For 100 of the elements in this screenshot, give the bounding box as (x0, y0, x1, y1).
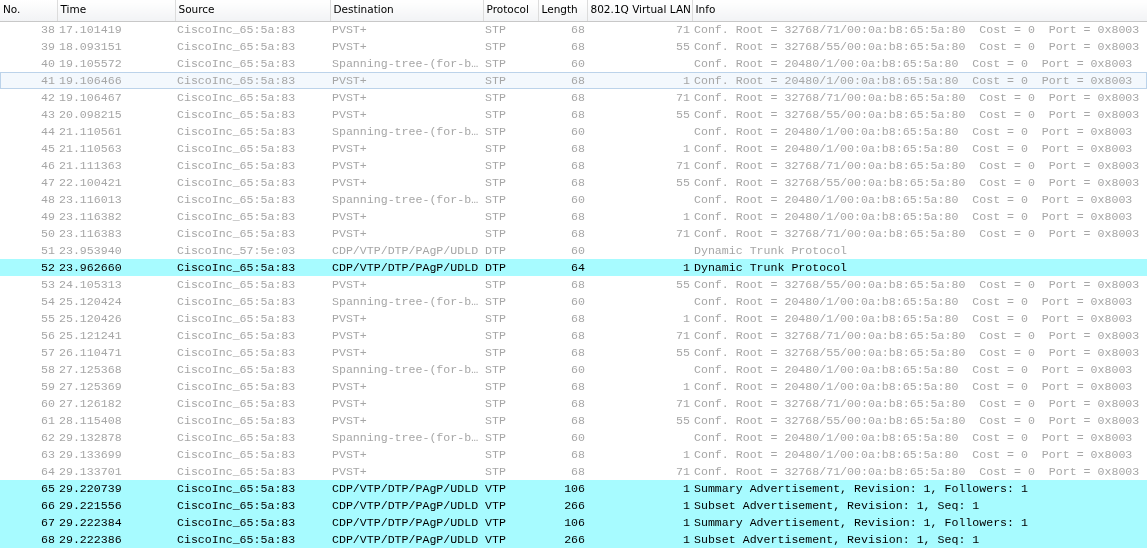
table-cell: STP (485, 90, 506, 104)
column-header[interactable]: Info (692, 0, 1147, 21)
table-cell: Summary Advertisement, Revision: 1, Followers: 1 (694, 515, 1028, 529)
table-cell: CiscoInc_65:5a:83 (177, 532, 296, 546)
packet-row[interactable]: 46 21.111363 CiscoInc_65:5a:83 PVST+ STP 68 71 Conf. Root = 32768/71/00:0a:b8:65:5a:80 Cost = 0 Port = 0x8003 (0, 157, 1147, 174)
column-header[interactable]: Protocol (483, 0, 538, 21)
table-cell: CDP/VTP/DTP/PAgP/UDLD (332, 260, 479, 274)
packet-row[interactable]: 62 29.132878 CiscoInc_65:5a:83 Spanning-tree-(for-b… STP 60 Conf. Root = 20480/1/00:0a:b8:65:5a:80 Cost = 0 Port = 0x8003 (0, 429, 1147, 446)
packet-row[interactable]: 56 25.121241 CiscoInc_65:5a:83 PVST+ STP 68 71 Conf. Root = 32768/71/00:0a:b8:65:5a:80 Cost = 0 Port = 0x8003 (0, 327, 1147, 344)
column-header[interactable]: Length (538, 0, 587, 21)
table-cell: PVST+ (332, 73, 367, 87)
table-cell: 25.121241 (59, 328, 122, 342)
table-cell: PVST+ (332, 447, 367, 461)
table-cell: 60 (571, 362, 585, 376)
packet-row[interactable]: 63 29.133699 CiscoInc_65:5a:83 PVST+ STP 68 1 Conf. Root = 20480/1/00:0a:b8:65:5a:80 Cost = 0 Port = 0x8003 (0, 446, 1147, 463)
table-cell: 29.132878 (59, 430, 122, 444)
table-cell: 53 (41, 277, 55, 291)
table-cell: Conf. Root = 20480/1/00:0a:b8:65:5a:80 Cost = 0 Port = 0x8003 (694, 192, 1133, 206)
table-cell: STP (485, 345, 506, 359)
column-header[interactable]: Destination (330, 0, 483, 21)
column-header[interactable]: 802.1Q Virtual LAN (587, 0, 692, 21)
packet-row[interactable]: 59 27.125369 CiscoInc_65:5a:83 PVST+ STP 68 1 Conf. Root = 20480/1/00:0a:b8:65:5a:80 Cost = 0 Port = 0x8003 (0, 378, 1147, 395)
table-cell: CiscoInc_65:5a:83 (177, 22, 296, 36)
packet-row[interactable]: 39 18.093151 CiscoInc_65:5a:83 PVST+ STP 68 55 Conf. Root = 32768/55/00:0a:b8:65:5a:80 Cost = 0 Port = 0x8003 (0, 38, 1147, 55)
table-cell: Conf. Root = 32768/55/00:0a:b8:65:5a:80 Cost = 0 Port = 0x8003 (694, 277, 1140, 291)
packet-row[interactable]: 50 23.116383 CiscoInc_65:5a:83 PVST+ STP 68 71 Conf. Root = 32768/71/00:0a:b8:65:5a:80 Cost = 0 Port = 0x8003 (0, 225, 1147, 242)
table-cell: 23.953940 (59, 243, 122, 257)
table-cell: 47 (41, 175, 55, 189)
table-cell: 23.116013 (59, 192, 122, 206)
packet-row[interactable]: 67 29.222384 CiscoInc_65:5a:83 CDP/VTP/DTP/PAgP/UDLD VTP 106 1 Summary Advertisement, Revision: 1, Followers: 1 (0, 514, 1147, 531)
table-cell: 27.126182 (59, 396, 122, 410)
packet-row[interactable]: 44 21.110561 CiscoInc_65:5a:83 Spanning-tree-(for-b… STP 60 Conf. Root = 20480/1/00:0a:b8:65:5a:80 Cost = 0 Port = 0x8003 (0, 123, 1147, 140)
packet-row[interactable]: 42 19.106467 CiscoInc_65:5a:83 PVST+ STP 68 71 Conf. Root = 32768/71/00:0a:b8:65:5a:80 Cost = 0 Port = 0x8003 (0, 89, 1147, 106)
table-cell: STP (485, 141, 506, 155)
table-cell: CiscoInc_65:5a:83 (177, 464, 296, 478)
table-cell: 21.111363 (59, 158, 122, 172)
table-cell: 26.110471 (59, 345, 122, 359)
table-cell: PVST+ (332, 226, 367, 240)
packet-row[interactable]: 66 29.221556 CiscoInc_65:5a:83 CDP/VTP/DTP/PAgP/UDLD VTP 266 1 Subset Advertisement, Revision: 1, Seq: 1 (0, 497, 1147, 514)
packet-row[interactable]: 47 22.100421 CiscoInc_65:5a:83 PVST+ STP 68 55 Conf. Root = 32768/55/00:0a:b8:65:5a:80 Cost = 0 Port = 0x8003 (0, 174, 1147, 191)
packet-row[interactable]: 55 25.120426 CiscoInc_65:5a:83 PVST+ STP 68 1 Conf. Root = 20480/1/00:0a:b8:65:5a:80 Cost = 0 Port = 0x8003 (0, 310, 1147, 327)
table-cell: 58 (41, 362, 55, 376)
packet-row[interactable]: 48 23.116013 CiscoInc_65:5a:83 Spanning-tree-(for-b… STP 60 Conf. Root = 20480/1/00:0a:b8:65:5a:80 Cost = 0 Port = 0x8003 (0, 191, 1147, 208)
table-cell: VTP (485, 481, 506, 495)
packet-row[interactable]: 61 28.115408 CiscoInc_65:5a:83 PVST+ STP 68 55 Conf. Root = 32768/55/00:0a:b8:65:5a:80 Cost = 0 Port = 0x8003 (0, 412, 1147, 429)
table-cell: 20.098215 (59, 107, 122, 121)
packet-row[interactable]: 45 21.110563 CiscoInc_65:5a:83 PVST+ STP 68 1 Conf. Root = 20480/1/00:0a:b8:65:5a:80 Cost = 0 Port = 0x8003 (0, 140, 1147, 157)
table-cell: Conf. Root = 32768/55/00:0a:b8:65:5a:80 Cost = 0 Port = 0x8003 (694, 413, 1140, 427)
column-header[interactable]: No. (0, 0, 57, 21)
table-cell: 24.105313 (59, 277, 122, 291)
table-cell: CDP/VTP/DTP/PAgP/UDLD (332, 498, 479, 512)
table-cell: 29.220739 (59, 481, 122, 495)
packet-row[interactable]: 54 25.120424 CiscoInc_65:5a:83 Spanning-tree-(for-b… STP 60 Conf. Root = 20480/1/00:0a:b8:65:5a:80 Cost = 0 Port = 0x8003 (0, 293, 1147, 310)
table-cell: STP (485, 107, 506, 121)
packet-row[interactable]: 68 29.222386 CiscoInc_65:5a:83 CDP/VTP/DTP/PAgP/UDLD VTP 266 1 Subset Advertisement, Revision: 1, Seq: 1 (0, 531, 1147, 548)
table-cell: 71 (676, 328, 690, 342)
packet-row[interactable]: 49 23.116382 CiscoInc_65:5a:83 PVST+ STP 68 1 Conf. Root = 20480/1/00:0a:b8:65:5a:80 Cost = 0 Port = 0x8003 (0, 208, 1147, 225)
packet-row[interactable]: 65 29.220739 CiscoInc_65:5a:83 CDP/VTP/DTP/PAgP/UDLD VTP 106 1 Summary Advertisement, Revision: 1, Followers: 1 (0, 480, 1147, 497)
table-cell: 29.221556 (59, 498, 122, 512)
table-cell: STP (485, 464, 506, 478)
table-cell: 71 (676, 464, 690, 478)
table-cell: 68 (571, 277, 585, 291)
table-cell: 51 (41, 243, 55, 257)
table-cell: 49 (41, 209, 55, 223)
table-cell: 1 (683, 379, 690, 393)
table-cell: Dynamic Trunk Protocol (694, 243, 848, 257)
table-cell: 38 (41, 22, 55, 36)
table-cell: 1 (683, 532, 690, 546)
packet-row[interactable]: 58 27.125368 CiscoInc_65:5a:83 Spanning-tree-(for-b… STP 60 Conf. Root = 20480/1/00:0a:b8:65:5a:80 Cost = 0 Port = 0x8003 (0, 361, 1147, 378)
table-cell: Conf. Root = 32768/55/00:0a:b8:65:5a:80 Cost = 0 Port = 0x8003 (694, 107, 1140, 121)
table-cell: 59 (41, 379, 55, 393)
table-cell: 21.110563 (59, 141, 122, 155)
packet-row[interactable]: 64 29.133701 CiscoInc_65:5a:83 PVST+ STP 68 71 Conf. Root = 32768/71/00:0a:b8:65:5a:80 Cost = 0 Port = 0x8003 (0, 463, 1147, 480)
table-cell: CDP/VTP/DTP/PAgP/UDLD (332, 481, 479, 495)
packet-row[interactable]: 38 17.101419 CiscoInc_65:5a:83 PVST+ STP 68 71 Conf. Root = 32768/71/00:0a:b8:65:5a:80 Cost = 0 Port = 0x8003 (0, 21, 1147, 38)
table-cell: 67 (41, 515, 55, 529)
packet-row[interactable]: 51 23.953940 CiscoInc_57:5e:03 CDP/VTP/DTP/PAgP/UDLD DTP 60 Dynamic Trunk Protocol (0, 242, 1147, 259)
packet-row[interactable]: 57 26.110471 CiscoInc_65:5a:83 PVST+ STP 68 55 Conf. Root = 32768/55/00:0a:b8:65:5a:80 Cost = 0 Port = 0x8003 (0, 344, 1147, 361)
table-cell: 50 (41, 226, 55, 240)
column-header[interactable]: Source (175, 0, 330, 21)
table-cell: STP (485, 379, 506, 393)
packet-row[interactable]: 43 20.098215 CiscoInc_65:5a:83 PVST+ STP 68 55 Conf. Root = 32768/55/00:0a:b8:65:5a:80 Cost = 0 Port = 0x8003 (0, 106, 1147, 123)
table-cell: 62 (41, 430, 55, 444)
column-header[interactable]: Time (57, 0, 175, 21)
table-cell: 29.222384 (59, 515, 122, 529)
table-cell: PVST+ (332, 413, 367, 427)
table-cell: Spanning-tree-(for-b… (332, 294, 479, 308)
packet-row[interactable]: 53 24.105313 CiscoInc_65:5a:83 PVST+ STP 68 55 Conf. Root = 32768/55/00:0a:b8:65:5a:80 Cost = 0 Port = 0x8003 (0, 276, 1147, 293)
table-cell: 60 (571, 192, 585, 206)
packet-row[interactable]: 40 19.105572 CiscoInc_65:5a:83 Spanning-tree-(for-b… STP 60 Conf. Root = 20480/1/00:0a:b8:65:5a:80 Cost = 0 Port = 0x8003 (0, 55, 1147, 72)
table-cell: 19.106467 (59, 90, 122, 104)
table-cell: STP (485, 328, 506, 342)
table-cell: 68 (571, 141, 585, 155)
table-cell: 68 (571, 413, 585, 427)
table-cell: Spanning-tree-(for-b… (332, 192, 479, 206)
table-cell: 68 (571, 345, 585, 359)
table-cell: Conf. Root = 32768/71/00:0a:b8:65:5a:80 Cost = 0 Port = 0x8003 (694, 396, 1140, 410)
table-cell: Subset Advertisement, Revision: 1, Seq: 1 (694, 498, 980, 512)
table-cell: Conf. Root = 32768/55/00:0a:b8:65:5a:80 Cost = 0 Port = 0x8003 (694, 39, 1140, 53)
packet-row[interactable]: 60 27.126182 CiscoInc_65:5a:83 PVST+ STP 68 71 Conf. Root = 32768/71/00:0a:b8:65:5a:80 Cost = 0 Port = 0x8003 (0, 395, 1147, 412)
